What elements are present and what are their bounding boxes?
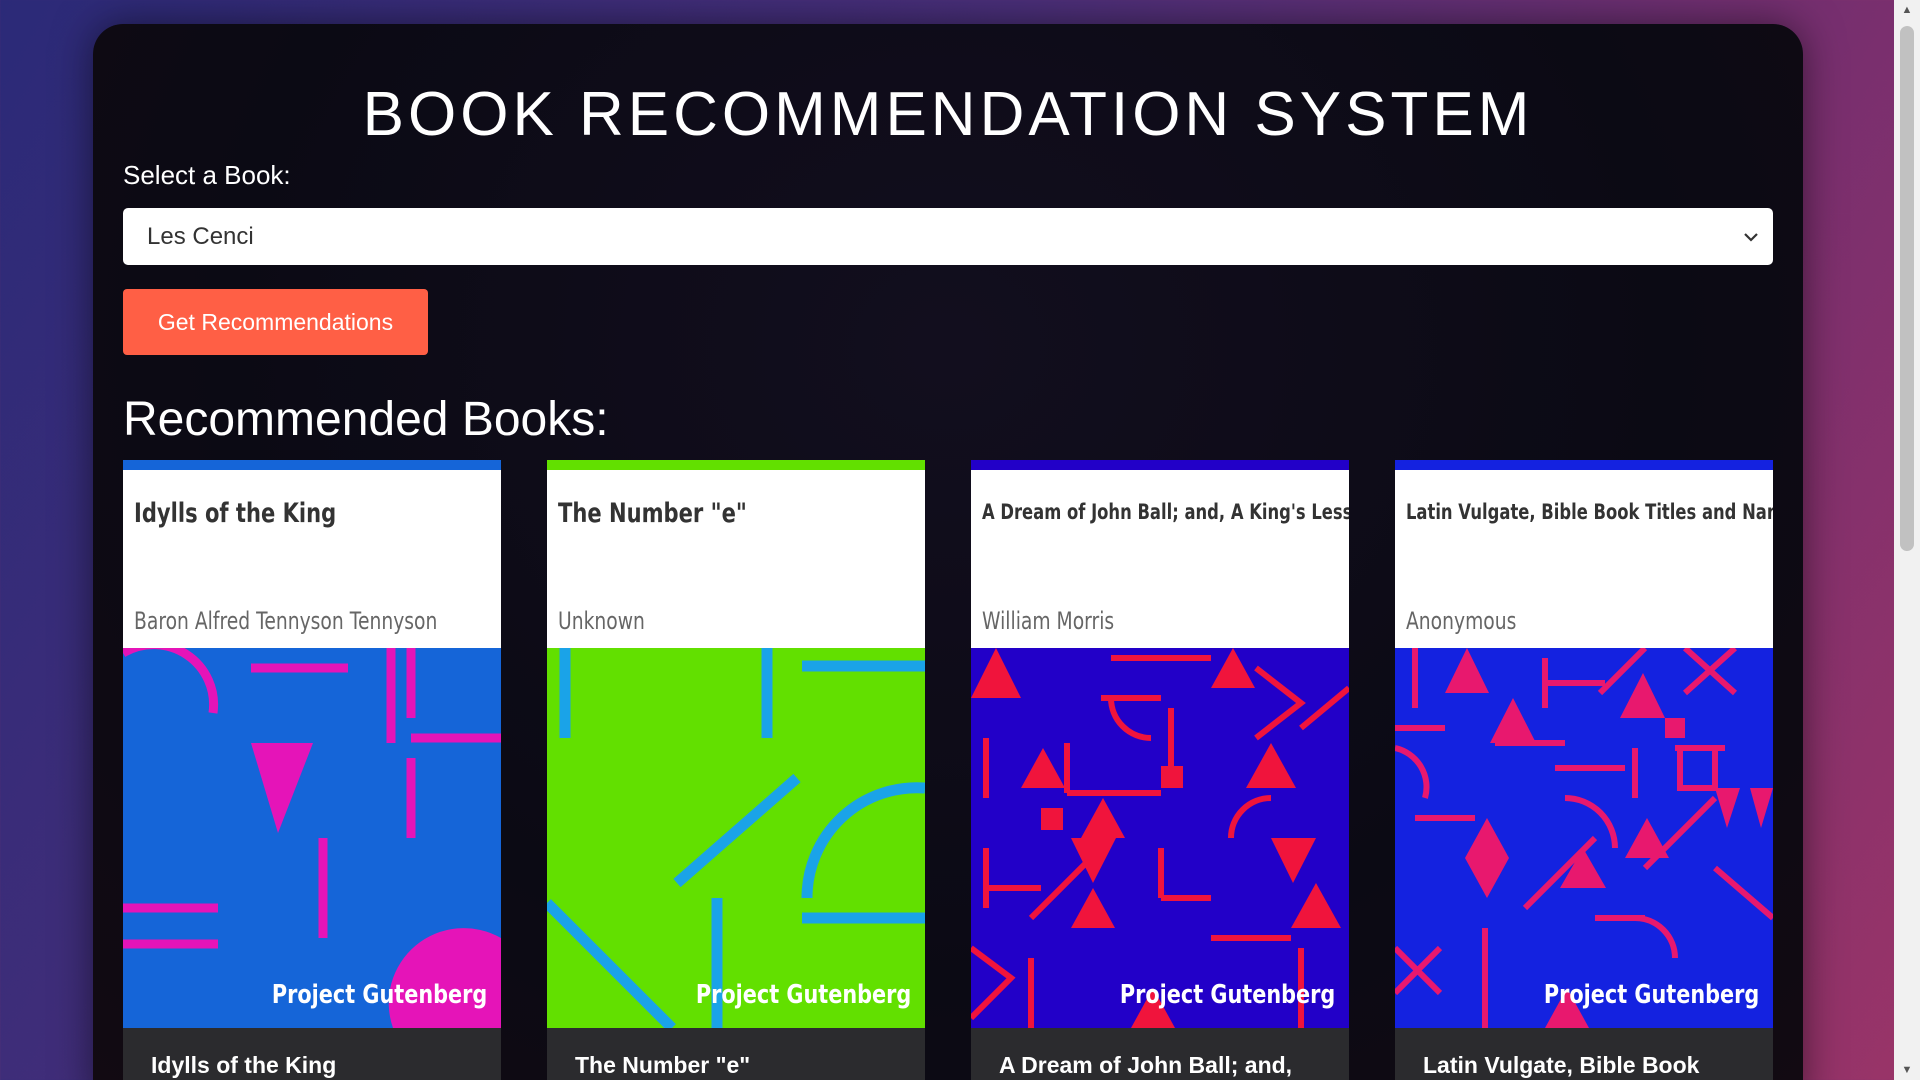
recommended-books-heading: Recommended Books:	[123, 393, 609, 446]
publisher-logo: Project Gutenberg	[271, 980, 487, 1010]
book-cover: Idylls of the King Baron Alfred Tennyson…	[123, 460, 501, 1028]
select-book-label: Select a Book:	[123, 160, 291, 190]
cover-author: Anonymous	[1406, 607, 1517, 635]
cover-title: A Dream of John Ball; and, A King's Less…	[982, 500, 1349, 524]
book-select[interactable]: Les Cenci	[123, 208, 1773, 265]
book-card[interactable]: A Dream of John Ball; and, A King's Less…	[971, 460, 1349, 1080]
chevron-down-icon	[1744, 232, 1758, 242]
page-title: BOOK RECOMMENDATION SYSTEM	[362, 80, 1534, 149]
main-panel: BOOK RECOMMENDATION SYSTEM Select a Book…	[93, 24, 1803, 1080]
publisher-logo: Project Gutenberg	[1543, 980, 1759, 1010]
cover-title: Idylls of the King	[134, 498, 337, 529]
book-card[interactable]: Idylls of the King Baron Alfred Tennyson…	[123, 460, 501, 1080]
cover-author: William Morris	[982, 607, 1115, 635]
cover-pattern	[1395, 648, 1773, 1028]
card-title: Idylls of the King	[151, 1052, 337, 1078]
scroll-thumb[interactable]	[1900, 26, 1914, 551]
cover-title: The Number "e"	[558, 498, 747, 529]
card-title: A Dream of John Ball; and,	[999, 1052, 1293, 1078]
cover-title: Latin Vulgate, Bible Book Titles and Nam…	[1406, 500, 1773, 524]
book-cover: Latin Vulgate, Bible Book Titles and Nam…	[1395, 460, 1773, 1028]
scroll-down-arrow-icon[interactable]: ▼	[1894, 1060, 1920, 1080]
cover-pattern	[123, 648, 501, 1028]
cover-pattern	[547, 648, 925, 1028]
get-recommendations-button[interactable]: Get Recommendations	[123, 289, 428, 355]
publisher-logo: Project Gutenberg	[695, 980, 911, 1010]
publisher-logo: Project Gutenberg	[1119, 980, 1335, 1010]
book-card[interactable]: The Number "e" Unknown Project Gutenberg…	[547, 460, 925, 1080]
book-card-list: Idylls of the King Baron Alfred Tennyson…	[123, 460, 1773, 1080]
book-cover: The Number "e" Unknown Project Gutenberg	[547, 460, 925, 1028]
scroll-up-arrow-icon[interactable]: ▲	[1894, 0, 1920, 20]
card-title: The Number "e"	[575, 1052, 751, 1078]
book-card[interactable]: Latin Vulgate, Bible Book Titles and Nam…	[1395, 460, 1773, 1080]
book-cover: A Dream of John Ball; and, A King's Less…	[971, 460, 1349, 1028]
page-scrollbar[interactable]: ▲ ▼	[1894, 0, 1920, 1080]
cover-author: Unknown	[558, 607, 645, 635]
card-title: Latin Vulgate, Bible Book	[1423, 1052, 1700, 1078]
cover-author: Baron Alfred Tennyson Tennyson	[134, 607, 438, 635]
cover-pattern	[971, 648, 1349, 1028]
book-select-value: Les Cenci	[147, 222, 254, 250]
